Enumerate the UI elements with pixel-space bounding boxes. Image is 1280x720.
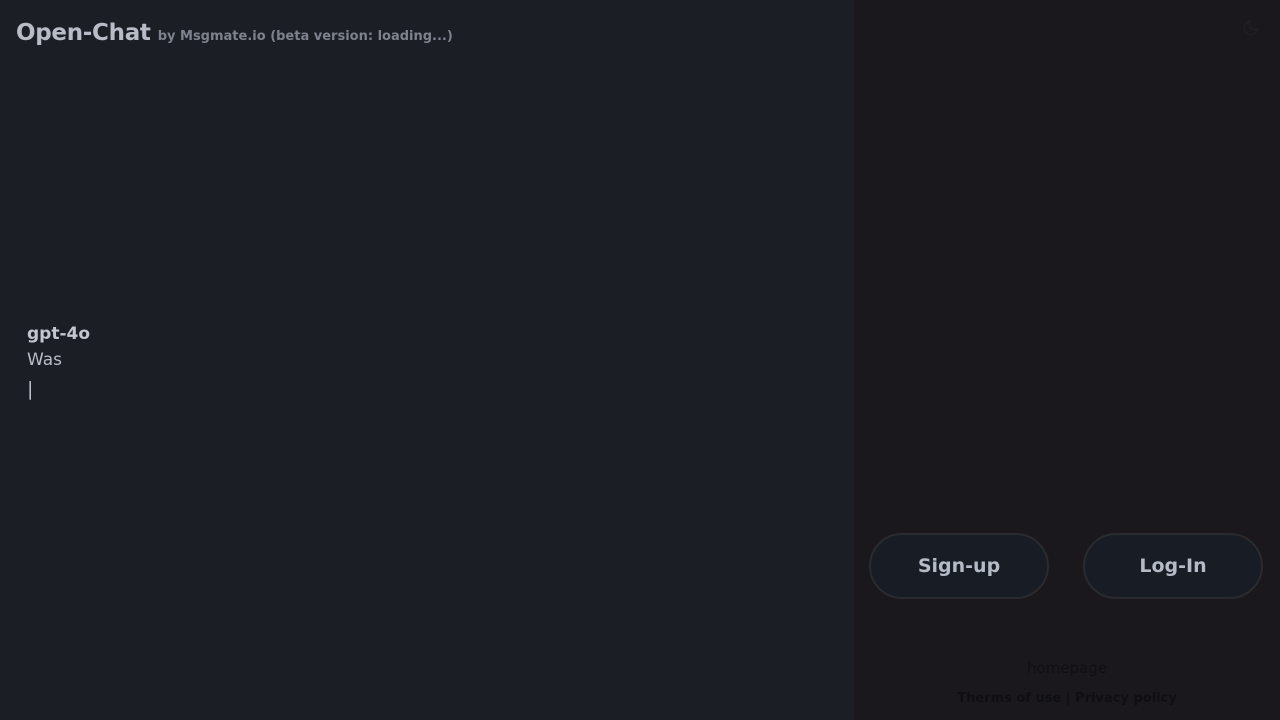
terms-link[interactable]: Therms of use (957, 691, 1061, 706)
typing-cursor: | (27, 378, 34, 400)
app-subtitle: by Msgmate.io (beta version: loading...) (157, 29, 453, 44)
homepage-link[interactable]: homepage (854, 659, 1280, 677)
signup-button[interactable]: Sign-up (869, 533, 1049, 599)
login-button[interactable]: Log-In (1083, 533, 1263, 599)
chat-main-panel: Open-Chat by Msgmate.io (beta version: l… (0, 0, 854, 720)
message-model-name: gpt-4o (27, 324, 91, 344)
privacy-link[interactable]: Privacy policy (1075, 691, 1177, 706)
moon-icon (1243, 20, 1259, 36)
chat-message: gpt-4o Was | (27, 322, 90, 404)
theme-toggle-button[interactable] (1242, 19, 1260, 37)
footer-separator: | (1065, 691, 1071, 706)
message-text: Was (27, 350, 62, 370)
app-header: Open-Chat by Msgmate.io (beta version: l… (16, 20, 453, 46)
footer-links: Therms of use | Privacy policy (854, 691, 1280, 706)
sidebar (854, 0, 1280, 720)
app-title: Open-Chat (16, 20, 151, 46)
